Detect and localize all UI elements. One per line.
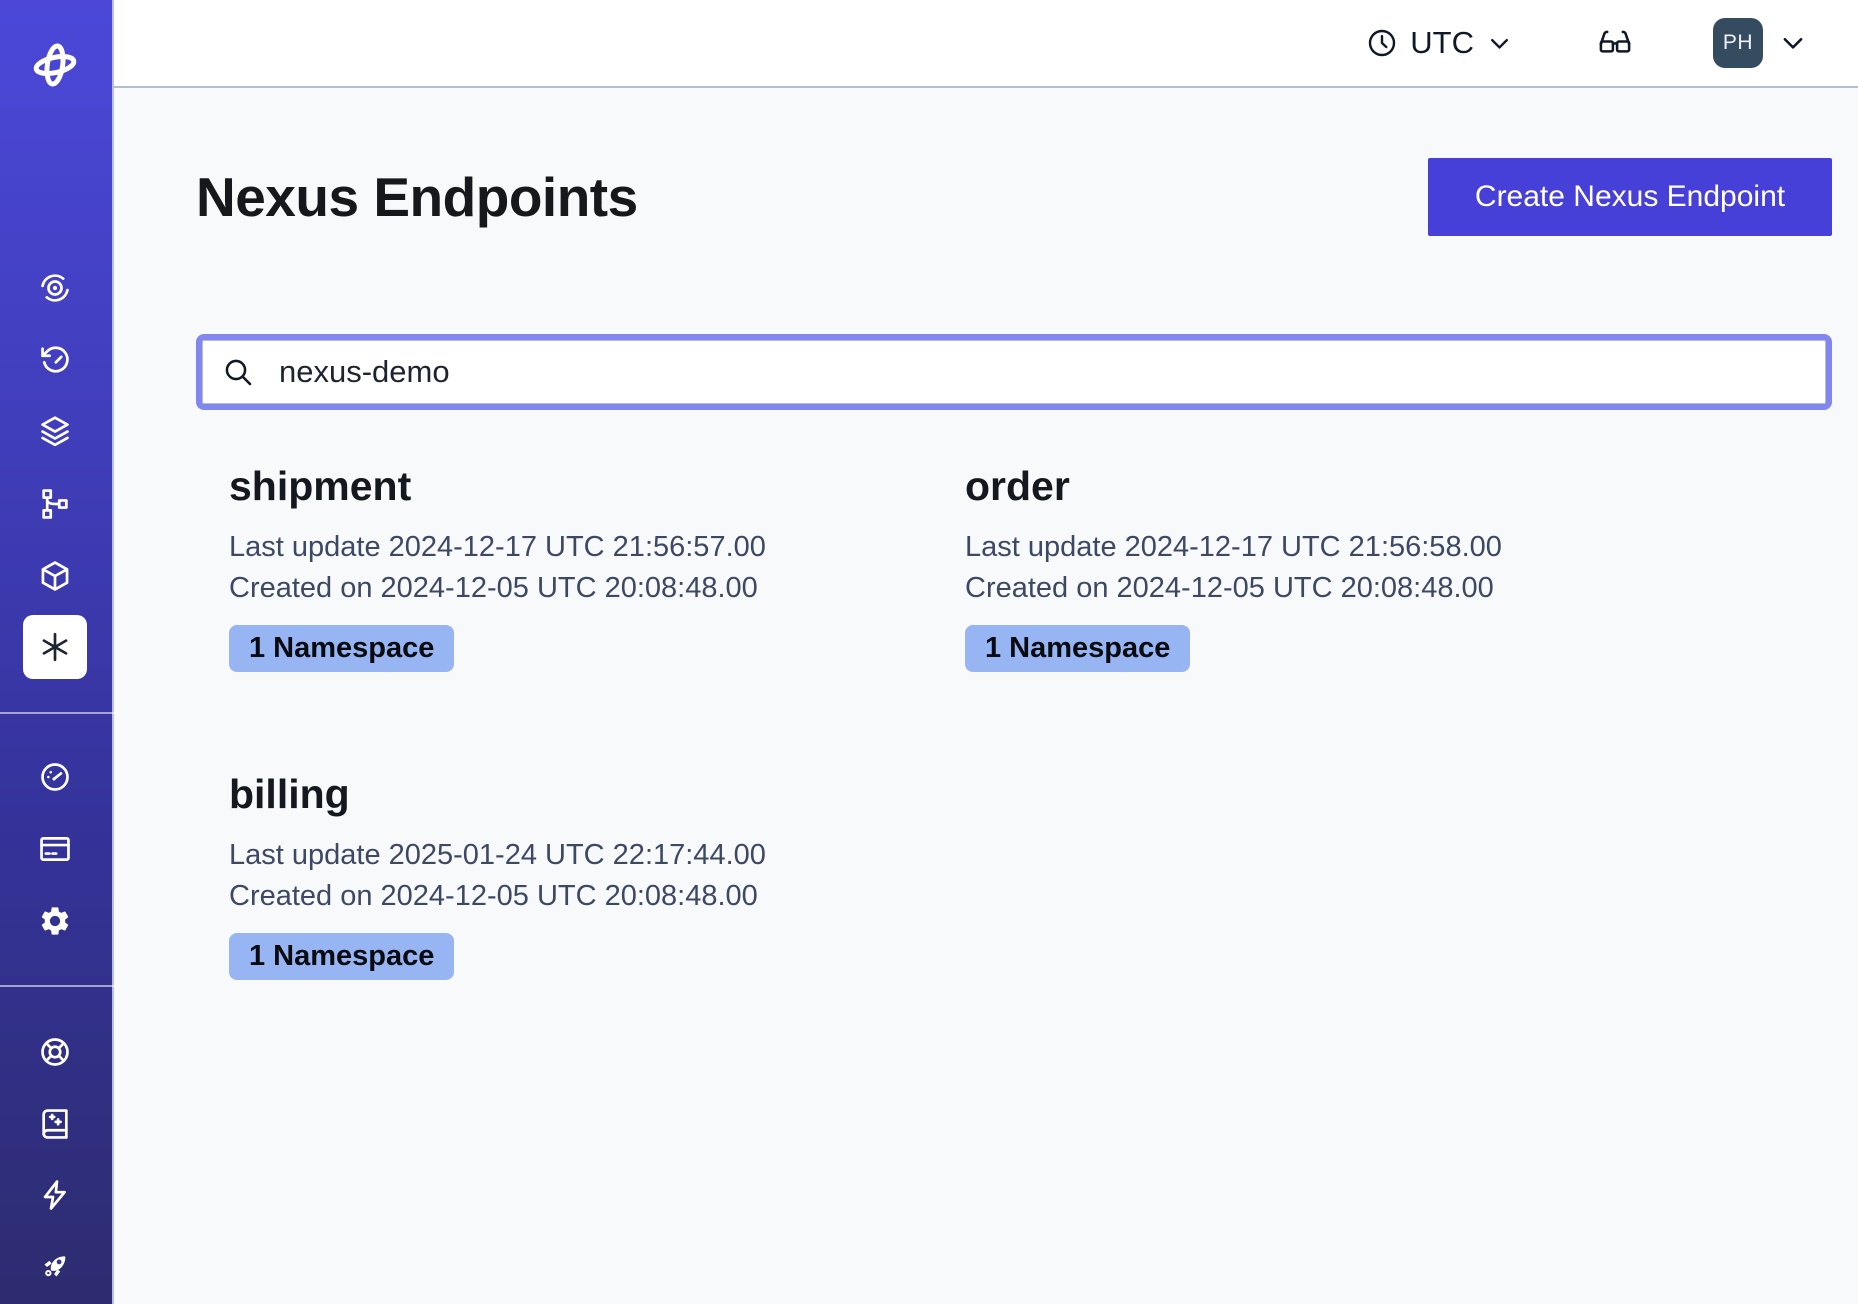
sidebar-item-nexus[interactable] [23,615,87,679]
deployments-icon [38,559,72,593]
sidebar-item-schedules[interactable] [27,332,83,388]
sidebar-item-quick-actions[interactable] [27,1167,83,1223]
page-title: Nexus Endpoints [196,170,638,225]
endpoint-name[interactable]: shipment [229,464,965,509]
namespace-badge: 1 Namespace [229,625,454,672]
workflows-icon [38,271,72,305]
temporal-logo-icon [32,42,78,88]
search-box [196,334,1832,410]
sidebar-item-batch-operations[interactable] [27,476,83,532]
getting-started-icon [38,1249,72,1283]
sidebar-item-support[interactable] [27,1024,83,1080]
endpoint-name[interactable]: billing [229,772,965,817]
sidebar-item-settings[interactable] [27,893,83,949]
timezone-label: UTC [1410,25,1474,61]
topbar: UTC PH [114,0,1858,88]
schedules-icon [38,343,72,377]
batch-operations-icon [38,487,72,521]
sidebar-item-deployments[interactable] [27,548,83,604]
endpoint-card[interactable]: billing Last update 2025-01-24 UTC 22:17… [229,772,965,980]
sidebar-divider [0,985,114,987]
page-header: Nexus Endpoints Create Nexus Endpoint [196,158,1832,236]
endpoint-last-update: Last update 2024-12-17 UTC 21:56:58.00 [965,527,1701,568]
clock-icon [1366,27,1398,59]
settings-icon [38,904,72,938]
sidebar [0,0,114,1304]
chevron-down-icon [1778,28,1808,58]
eyeglasses-button[interactable] [1595,25,1635,61]
create-nexus-endpoint-button[interactable]: Create Nexus Endpoint [1428,158,1832,236]
sidebar-item-docs[interactable] [27,1096,83,1152]
usage-icon [38,760,72,794]
namespace-badge: 1 Namespace [229,933,454,980]
endpoint-created-on: Created on 2024-12-05 UTC 20:08:48.00 [229,876,965,917]
endpoint-card[interactable]: order Last update 2024-12-17 UTC 21:56:5… [965,464,1701,672]
endpoint-last-update: Last update 2024-12-17 UTC 21:56:57.00 [229,527,965,568]
temporal-logo[interactable] [27,37,83,93]
sidebar-divider [0,712,114,714]
endpoint-created-on: Created on 2024-12-05 UTC 20:08:48.00 [965,568,1701,609]
namespaces-icon [38,414,72,448]
namespace-badge: 1 Namespace [965,625,1190,672]
search-input[interactable] [202,340,1826,404]
endpoint-grid: shipment Last update 2024-12-17 UTC 21:5… [229,464,1832,980]
user-menu[interactable]: PH [1713,18,1808,68]
main-content: Nexus Endpoints Create Nexus Endpoint sh… [114,90,1858,1304]
chevron-down-icon [1486,30,1513,57]
timezone-selector[interactable]: UTC [1366,25,1513,61]
search-icon [222,356,254,388]
sidebar-item-namespaces[interactable] [27,403,83,459]
sidebar-item-getting-started[interactable] [27,1238,83,1294]
billing-icon [38,832,72,866]
sidebar-item-workflows[interactable] [27,260,83,316]
sidebar-item-billing[interactable] [27,821,83,877]
endpoint-created-on: Created on 2024-12-05 UTC 20:08:48.00 [229,568,965,609]
quick-actions-icon [38,1178,72,1212]
support-icon [38,1035,72,1069]
sidebar-item-usage[interactable] [27,749,83,805]
docs-icon [38,1107,72,1141]
eyeglasses-icon [1595,25,1635,61]
endpoint-card[interactable]: shipment Last update 2024-12-17 UTC 21:5… [229,464,965,672]
endpoint-name[interactable]: order [965,464,1701,509]
avatar[interactable]: PH [1713,18,1763,68]
nexus-icon [38,630,72,664]
endpoint-last-update: Last update 2025-01-24 UTC 22:17:44.00 [229,835,965,876]
